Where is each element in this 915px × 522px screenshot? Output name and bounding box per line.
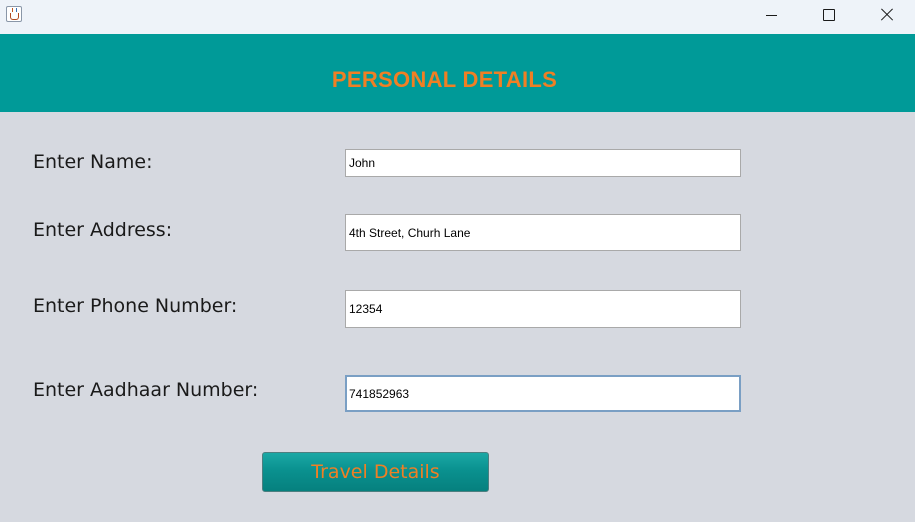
java-cup-icon[interactable] — [6, 6, 22, 22]
maximize-icon — [823, 9, 835, 21]
aadhaar-input[interactable] — [345, 375, 741, 412]
close-button[interactable] — [864, 0, 910, 30]
close-icon — [880, 8, 894, 22]
address-input[interactable] — [345, 214, 741, 251]
minimize-icon — [765, 14, 777, 16]
window-title-bar — [0, 0, 915, 34]
aadhaar-label: Enter Aadhaar Number: — [33, 379, 259, 401]
page-title: PERSONAL DETAILS — [331, 67, 558, 92]
header-banner: PERSONAL DETAILS — [0, 34, 915, 112]
phone-input[interactable] — [345, 290, 741, 328]
name-label: Enter Name: — [33, 151, 153, 173]
minimize-button[interactable] — [748, 0, 794, 30]
maximize-button[interactable] — [806, 0, 852, 30]
travel-details-button[interactable]: Travel Details — [262, 452, 489, 492]
address-label: Enter Address: — [33, 219, 173, 241]
phone-label: Enter Phone Number: — [33, 295, 238, 317]
name-input[interactable] — [345, 149, 741, 177]
